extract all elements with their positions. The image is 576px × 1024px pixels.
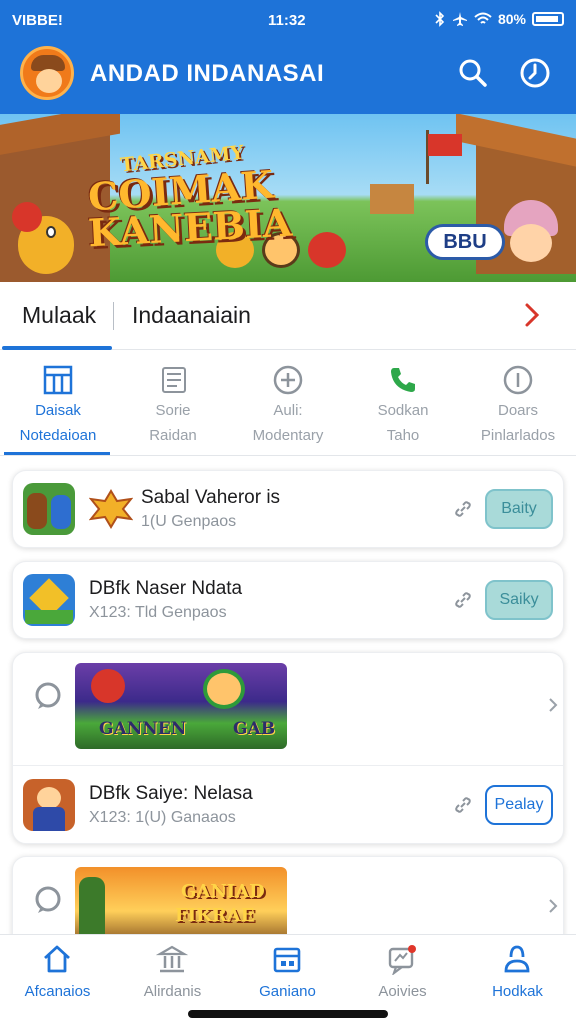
home-indicator[interactable] [188,1010,388,1018]
category-item-sodkan[interactable]: Sodkan Taho [345,350,461,456]
game-thumb-3 [23,779,75,831]
section-tabs: Mulaak Indaanaiain [0,282,576,350]
chevron-right-icon[interactable] [547,897,559,915]
play-button[interactable]: Saiky [485,580,553,620]
nav-home[interactable]: Afcanaios [0,935,115,1015]
category-item-daisak[interactable]: Daisak Notedaioan [0,350,116,456]
featured-left-text: GANNEN [99,719,187,739]
game-title: DBfk Naser Ndata [89,578,243,599]
game-subtitle: X123: Tld Genpaos [89,604,227,621]
active-category-indicator [4,452,110,455]
tab-mulaak[interactable]: Mulaak [22,302,96,329]
kid-character [500,200,562,278]
tab-divider [113,302,114,330]
chat-bubble-icon [35,886,61,913]
battery-icon [532,12,564,26]
link-icon[interactable] [453,499,473,519]
banner-badge[interactable]: BBU [425,224,505,260]
chevron-right-icon[interactable] [547,696,559,714]
nav-ganiano[interactable]: Ganiano [230,935,345,1015]
mascot-character [12,198,78,276]
game-thumb-2 [23,574,75,626]
top-app-bar: VIBBE! 11:32 80% ANDAD INDANASAI [0,0,576,114]
bank-icon [156,945,188,973]
history-icon[interactable] [518,56,552,90]
featured-title-line2: FIKRAE [175,905,255,926]
game-tag-image [88,489,134,529]
link-icon[interactable] [453,590,473,610]
tab-indaanaiain[interactable]: Indaanaiain [132,302,251,329]
status-bar: VIBBE! 11:32 80% [0,0,576,40]
game-subtitle: X123: 1(U) Ganaaos [89,809,236,826]
store-icon [273,947,301,973]
chat-icon [388,945,416,975]
game-list-item[interactable]: Sabal Vaheror is 1(U Genpaos Baity [12,470,564,548]
info-circle-icon [503,365,533,395]
game-subtitle: 1(U Genpaos [141,513,237,530]
game-thumb-1 [23,483,75,535]
home-icon [44,945,70,973]
nav-alirdanis[interactable]: Alirdanis [115,935,230,1015]
featured-right-text: GAB [233,719,276,739]
flag-icon [428,134,462,156]
status-icons: 80% [434,11,564,27]
play-button[interactable]: Baity [485,489,553,529]
link-icon[interactable] [453,795,473,815]
clock: 11:32 [268,12,306,29]
carrier-label: VIBBE! [12,12,63,29]
profile-avatar[interactable] [20,46,74,100]
add-circle-icon [273,365,303,395]
nav-hodkak[interactable]: Hodkak [460,935,575,1015]
featured-title-line1: GANIAD [181,881,265,902]
featured-game-image[interactable]: GANNEN GAB [75,663,287,749]
search-icon[interactable] [456,56,490,90]
user-icon [504,945,530,973]
wifi-icon [474,12,492,24]
chat-bubble-icon [35,682,61,709]
bluetooth-icon [435,11,445,27]
grid-icon [43,365,73,395]
game-list-item[interactable]: DBfk Naser Ndata X123: Tld Genpaos Saiky [12,561,564,639]
game-title: Sabal Vaheror is [141,487,281,508]
battery-percent: 80% [497,11,526,27]
phone-icon [391,368,415,392]
category-item-auli[interactable]: Auli: Modentary [230,350,346,456]
game-title: DBfk Saiye: Nelasa [89,783,253,804]
airplane-icon [452,12,467,26]
category-item-doars[interactable]: Doars Pinlarlados [460,350,576,456]
chevron-right-icon[interactable] [520,300,544,330]
category-row: Daisak Notedaioan Sorie Raidan Auli: Mod… [0,350,576,456]
category-item-sorie[interactable]: Sorie Raidan [115,350,231,456]
app-title: ANDAD INDANASAI [90,60,325,87]
list-icon [162,367,186,393]
featured-card: GANNEN GAB DBfk Saiye: Nelasa X123: 1(U)… [12,652,564,844]
play-button[interactable]: Pealay [485,785,553,825]
nav-aoivies[interactable]: Aoivies [345,935,460,1015]
